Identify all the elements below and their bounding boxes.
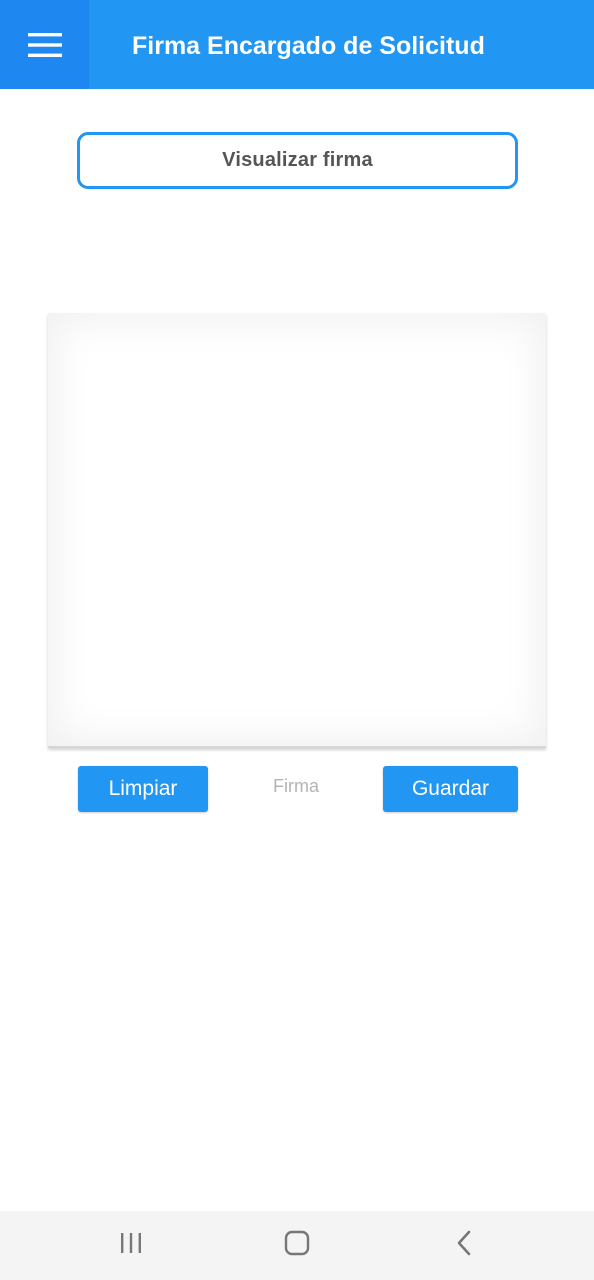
back-button[interactable] (419, 1211, 509, 1280)
home-icon (284, 1230, 310, 1261)
home-button[interactable] (252, 1211, 342, 1280)
recent-apps-icon (119, 1232, 143, 1259)
recent-apps-button[interactable] (86, 1211, 176, 1280)
system-navigation-bar (0, 1211, 594, 1280)
hamburger-menu-icon (27, 32, 62, 57)
page-title: Firma Encargado de Solicitud (132, 32, 485, 60)
menu-button[interactable] (0, 0, 89, 89)
visualize-signature-button[interactable]: Visualizar firma (77, 132, 518, 189)
save-button[interactable]: Guardar (383, 766, 518, 812)
app-bar: Firma Encargado de Solicitud (0, 0, 594, 89)
signature-pad[interactable] (48, 313, 546, 748)
clear-button[interactable]: Limpiar (78, 766, 208, 812)
signature-caption: Firma (273, 776, 319, 796)
back-icon (455, 1230, 473, 1261)
